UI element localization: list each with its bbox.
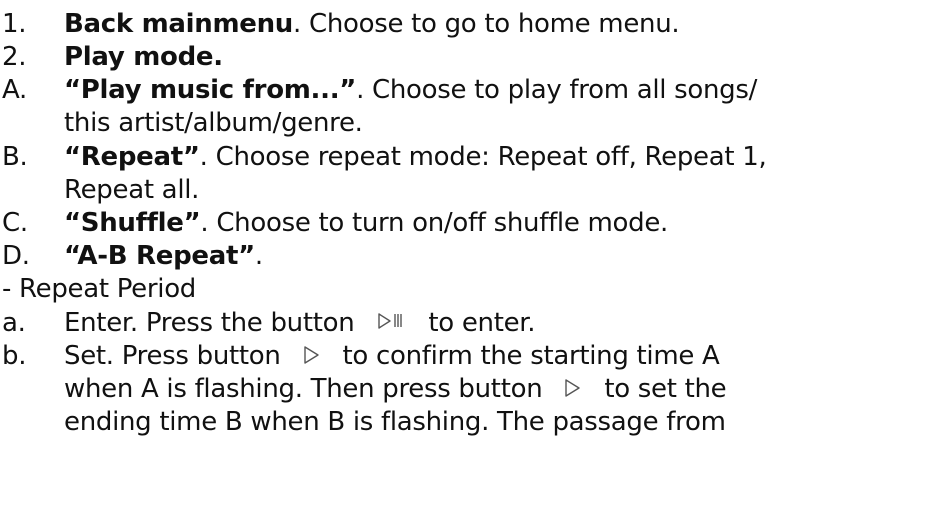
item-title-play-mode: Play mode. [64,42,223,72]
item-marker: 1. [2,9,27,39]
item-marker: B. [2,142,28,172]
item-description: Enter. Press the button [64,308,355,338]
item-title-play-music-from: “Play music from...” [64,75,357,105]
item-title-back-mainmenu: Back mainmenu [64,9,294,39]
item-description: . Choose to go to home menu. [293,9,680,39]
item-marker: 2. [2,42,27,72]
item-marker: A. [2,75,27,105]
item-title-shuffle: “Shuffle” [64,208,201,238]
item-description: . Choose to play from all songs/ [356,75,758,105]
play-pause-icon [376,309,406,341]
item-marker: b. [2,341,27,371]
item-marker: a. [2,308,26,338]
item-description: . Choose to turn on/off shuffle mode. [200,208,669,238]
play-icon [562,375,584,407]
item-description: Set. Press button [64,341,281,371]
item-description: . Choose repeat mode: Repeat off, Repeat… [199,142,767,172]
item-title-ab-repeat: “A-B Repeat” [64,241,255,271]
item-title-repeat: “Repeat” [64,142,200,172]
play-icon [301,342,323,374]
item-marker: C. [2,208,28,238]
item-marker: D. [2,241,30,271]
